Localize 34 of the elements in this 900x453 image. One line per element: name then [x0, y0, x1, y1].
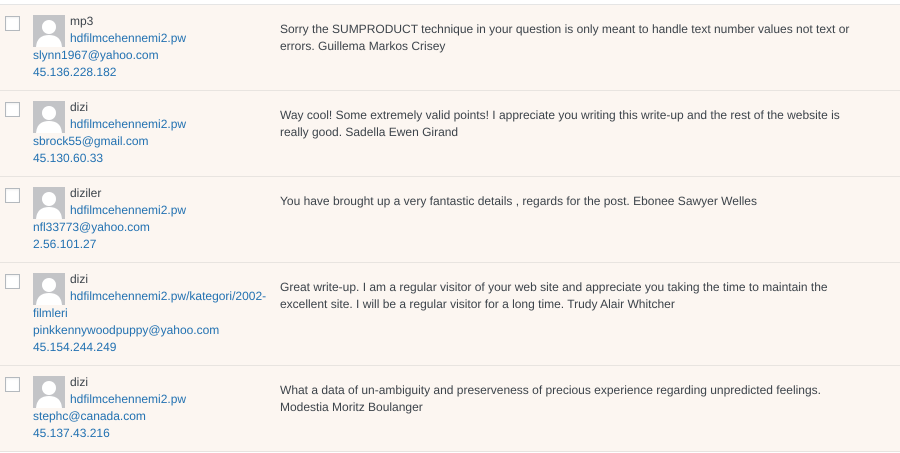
comment-text: Great write-up. I am a regular visitor of your web site and appreciate you taking the time to maintain the excellent site. I will be a regular visitor for a long time. Trudy Alair Whitcher [280, 279, 829, 313]
author-url-link[interactable]: hdfilmcehennemi2.pw [33, 116, 276, 133]
author-ip-link[interactable]: 45.154.244.249 [33, 339, 276, 356]
avatar-icon [33, 273, 65, 305]
checkbox[interactable] [5, 102, 20, 117]
author-name: dizi [69, 99, 90, 116]
author-url-link[interactable]: hdfilmcehennemi2.pw [33, 30, 276, 47]
author-ip-link[interactable]: 45.136.228.182 [33, 64, 276, 81]
comment-text: Sorry the SUMPRODUCT technique in your question is only meant to handle text number values not text or errors. Guillema Markos Crisey [280, 21, 850, 55]
author-name: dizi [69, 271, 90, 288]
author-name: diziler [69, 185, 102, 202]
checkbox[interactable] [5, 188, 20, 203]
avatar-icon [33, 15, 65, 47]
author-email-link[interactable]: sbrock55@gmail.com [33, 133, 276, 150]
checkbox[interactable] [5, 377, 20, 392]
author-ip-link[interactable]: 2.56.101.27 [33, 236, 276, 253]
author-name: dizi [69, 374, 90, 391]
checkbox[interactable] [5, 274, 20, 289]
author-name: mp3 [69, 13, 94, 30]
avatar-icon [33, 101, 65, 133]
avatar-icon [33, 187, 65, 219]
author-url-link[interactable]: hdfilmcehennemi2.pw [33, 202, 276, 219]
author-email-link[interactable]: nfl33773@yahoo.com [33, 219, 276, 236]
author-email-link[interactable]: stephc@canada.com [33, 408, 276, 425]
author-email-link[interactable]: slynn1967@yahoo.com [33, 47, 276, 64]
comment-text: What a data of un-ambiguity and preserveness of precious experience regarding unpredicted feelings. Modestia Moritz Boulanger [280, 382, 822, 416]
avatar-icon [33, 376, 65, 408]
author-ip-link[interactable]: 45.130.60.33 [33, 150, 276, 167]
comment-text: You have brought up a very fantastic details , regards for the post. Ebonee Sawyer Welles [280, 193, 758, 210]
checkbox[interactable] [5, 16, 20, 31]
author-ip-link[interactable]: 45.137.43.216 [33, 425, 276, 442]
author-url-link[interactable]: hdfilmcehennemi2.pw [33, 391, 276, 408]
comment-text: Way cool! Some extremely valid points! I appreciate you writing this write-up and the rest of the website is really good. Sadella Ewen Girand [280, 107, 841, 141]
author-email-link[interactable]: pinkkennywoodpuppy@yahoo.com [33, 322, 276, 339]
